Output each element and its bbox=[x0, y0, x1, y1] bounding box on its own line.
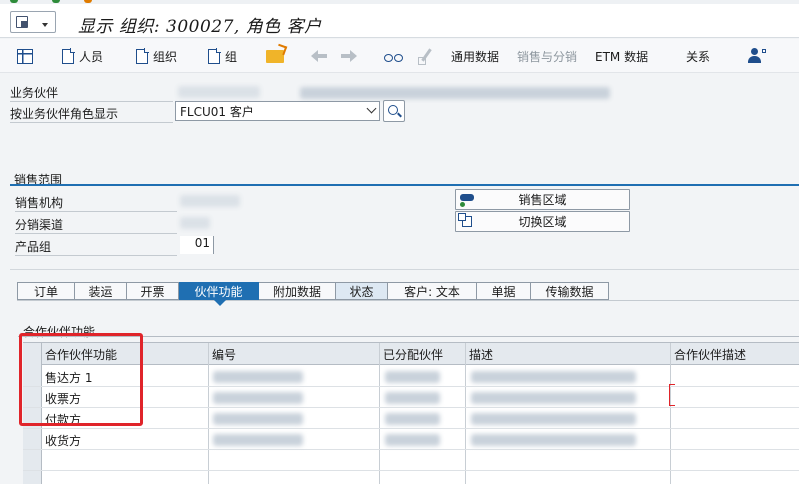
role-label: 按业务伙伴角色显示 bbox=[10, 105, 173, 123]
role-select[interactable]: FLCU01 客户 bbox=[175, 101, 380, 121]
sales-distribution-button[interactable]: 销售与分销 bbox=[517, 45, 577, 67]
create-person-button[interactable]: 人员 bbox=[62, 45, 103, 67]
section-divider bbox=[10, 184, 799, 186]
partner-number-redacted bbox=[213, 371, 303, 383]
tab-shipping[interactable]: 装运 bbox=[75, 282, 127, 300]
assigned-partner-redacted bbox=[385, 413, 440, 425]
table-row[interactable]: 收货方 bbox=[23, 429, 799, 450]
column-header-assigned[interactable]: 已分配伙伴 bbox=[383, 346, 443, 363]
menu-icon bbox=[16, 16, 28, 28]
arrow-right-icon bbox=[341, 49, 357, 63]
create-organization-label: 组织 bbox=[153, 49, 178, 64]
active-tab-pointer-icon bbox=[214, 300, 226, 306]
next-button[interactable] bbox=[341, 45, 357, 67]
layout-table-icon bbox=[17, 48, 33, 64]
assigned-partner-redacted bbox=[385, 371, 440, 383]
create-organization-button[interactable]: 组织 bbox=[136, 45, 177, 67]
etm-data-button[interactable]: ETM 数据 bbox=[595, 45, 648, 67]
tab-documents[interactable]: 单据 bbox=[477, 282, 531, 300]
relationships-button[interactable]: 关系 bbox=[686, 45, 710, 67]
partner-number-redacted bbox=[213, 392, 303, 404]
chevron-down-icon bbox=[366, 103, 377, 114]
open-folder-icon bbox=[266, 49, 284, 63]
sales-area-button-label: 销售区域 bbox=[518, 193, 567, 207]
description-redacted bbox=[471, 371, 636, 383]
open-button[interactable] bbox=[266, 45, 284, 67]
application-toolbar: 人员 组织 组 通用数据 销售与分销 ETM 数据 关系 bbox=[0, 39, 799, 73]
dist-channel-label: 分销渠道 bbox=[15, 216, 177, 234]
area-divider bbox=[10, 269, 799, 270]
dist-channel-redacted bbox=[180, 217, 210, 229]
general-data-button[interactable]: 通用数据 bbox=[451, 45, 499, 67]
bp-label: 业务伙伴 bbox=[10, 84, 173, 102]
main-content: 业务伙伴 按业务伙伴角色显示 FLCU01 客户 销售范围 销售机构 分销渠道 … bbox=[0, 74, 799, 484]
tab-strip: 订单 装运 开票 伙伴功能 附加数据 状态 客户: 文本 单据 传输数据 bbox=[17, 282, 609, 300]
tab-transfer-data[interactable]: 传输数据 bbox=[531, 282, 609, 300]
create-group-label: 组 bbox=[225, 49, 238, 64]
bp-name-redacted bbox=[300, 87, 610, 99]
page-title: 显示 组织: 300027, 角色 客户 bbox=[78, 17, 322, 37]
title-bar: 显示 组织: 300027, 角色 客户 bbox=[0, 4, 799, 38]
create-person-label: 人员 bbox=[79, 49, 104, 64]
switch-area-button[interactable]: 切换区域 bbox=[455, 211, 630, 232]
bp-number-redacted bbox=[178, 86, 260, 98]
person-settings-button[interactable] bbox=[748, 45, 766, 67]
display-change-button[interactable] bbox=[384, 45, 404, 67]
column-header-partner-description[interactable]: 合作伙伴描述 bbox=[674, 346, 746, 363]
partner-function-cell: 收货方 bbox=[45, 434, 82, 448]
description-redacted bbox=[471, 413, 636, 425]
tab-partner-functions[interactable]: 伙伴功能 bbox=[179, 282, 259, 300]
status-dot-icon bbox=[10, 0, 18, 3]
document-icon bbox=[208, 48, 221, 64]
menu-button[interactable] bbox=[10, 11, 56, 33]
column-header-description[interactable]: 描述 bbox=[469, 346, 493, 363]
tab-billing[interactable]: 开票 bbox=[127, 282, 179, 300]
switch-area-button-label: 切换区域 bbox=[518, 215, 567, 229]
division-label: 产品组 bbox=[15, 238, 177, 256]
create-group-button[interactable]: 组 bbox=[208, 45, 237, 67]
assigned-partner-redacted bbox=[385, 392, 440, 404]
division-value: 01 bbox=[180, 236, 214, 254]
tab-order[interactable]: 订单 bbox=[17, 282, 75, 300]
caret-down-icon bbox=[42, 23, 48, 27]
partner-number-redacted bbox=[213, 434, 303, 446]
sales-org-label: 销售机构 bbox=[15, 194, 177, 212]
tab-additional-data[interactable]: 附加数据 bbox=[259, 282, 336, 300]
description-redacted bbox=[471, 392, 636, 404]
tab-customer-text[interactable]: 客户: 文本 bbox=[388, 282, 477, 300]
pencil-icon bbox=[418, 48, 434, 65]
document-icon bbox=[136, 48, 149, 64]
status-dot-icon bbox=[84, 0, 92, 3]
role-select-value: FLCU01 客户 bbox=[180, 104, 254, 119]
glasses-icon bbox=[384, 49, 404, 63]
sales-area-button[interactable]: 销售区域 bbox=[455, 189, 630, 210]
tab-status[interactable]: 状态 bbox=[336, 282, 388, 300]
tab-underline bbox=[17, 300, 799, 301]
highlight-annotation bbox=[19, 333, 143, 426]
sales-org-redacted bbox=[180, 195, 240, 207]
switch-layout-button[interactable] bbox=[17, 45, 33, 67]
role-search-button[interactable] bbox=[383, 100, 405, 122]
switch-area-icon bbox=[458, 213, 472, 227]
sales-area-icon bbox=[460, 194, 474, 207]
previous-button[interactable] bbox=[311, 45, 327, 67]
highlight-annotation-mark bbox=[669, 384, 675, 406]
edit-button[interactable] bbox=[418, 45, 434, 67]
partner-number-redacted bbox=[213, 413, 303, 425]
person-icon bbox=[748, 47, 766, 65]
table-row[interactable] bbox=[23, 450, 799, 471]
column-header-number[interactable]: 编号 bbox=[212, 346, 236, 363]
arrow-left-icon bbox=[311, 49, 327, 63]
document-icon bbox=[62, 48, 75, 64]
description-redacted bbox=[471, 434, 636, 446]
assigned-partner-redacted bbox=[385, 434, 440, 446]
status-dot-icon bbox=[52, 0, 60, 3]
